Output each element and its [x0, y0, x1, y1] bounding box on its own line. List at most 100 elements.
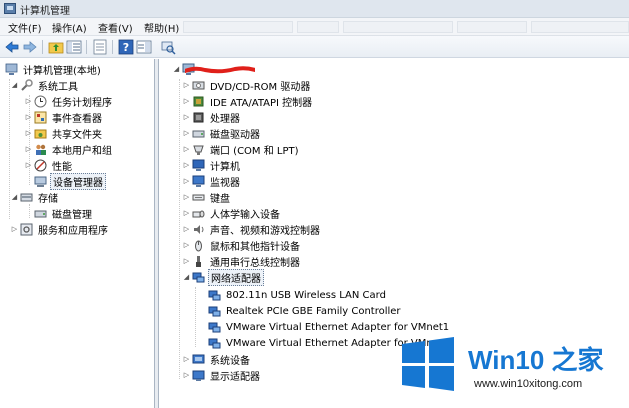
expand-arrow-icon[interactable]: ▷ — [24, 141, 33, 157]
action-pane-icon[interactable] — [136, 39, 152, 55]
expand-arrow-icon[interactable]: ▷ — [182, 253, 191, 269]
dvd-drive-icon — [192, 79, 205, 92]
expand-arrow-icon[interactable]: ▷ — [182, 77, 191, 93]
device-hid[interactable]: ▷ 人体学输入设备 — [182, 205, 282, 221]
expand-arrow-icon[interactable]: ▷ — [182, 351, 191, 367]
collapse-arrow-icon[interactable]: ◢ — [10, 77, 19, 93]
pane-splitter[interactable] — [155, 59, 159, 408]
expand-arrow-icon[interactable]: ▷ — [182, 173, 191, 189]
tree-performance[interactable]: ▷ 性能 — [24, 157, 74, 173]
menu-view[interactable]: 查看(V) — [96, 20, 135, 35]
network-adapter-icon — [192, 271, 205, 284]
window-title: 计算机管理 — [20, 6, 70, 17]
device-sound[interactable]: ▷ 声音、视频和游戏控制器 — [182, 221, 322, 237]
tools-icon — [20, 78, 33, 92]
tree-system-tools[interactable]: ◢ 系统工具 — [10, 77, 80, 93]
expand-arrow-icon[interactable]: ▷ — [182, 237, 191, 253]
device-mouse[interactable]: ▷ 鼠标和其他指针设备 — [182, 237, 302, 253]
computer-management-icon — [4, 3, 16, 14]
port-icon — [192, 143, 205, 156]
computer-management-icon — [5, 63, 18, 76]
monitor-icon — [192, 175, 205, 188]
device-network[interactable]: ◢ 网络适配器 — [182, 268, 264, 286]
collapse-arrow-icon[interactable]: ◢ — [10, 189, 19, 205]
processor-icon — [192, 111, 205, 124]
event-viewer-icon — [34, 111, 47, 124]
tree-disk-management[interactable]: 磁盘管理 — [24, 205, 94, 221]
expand-arrow-icon[interactable]: ▷ — [182, 157, 191, 173]
help-icon[interactable]: ? — [118, 39, 134, 55]
back-arrow-icon[interactable] — [4, 39, 20, 55]
up-folder-icon[interactable] — [48, 39, 64, 55]
properties-icon[interactable] — [92, 39, 108, 55]
shared-folder-icon — [34, 127, 47, 140]
display-adapter-icon — [192, 369, 205, 382]
redaction-mark — [185, 66, 255, 74]
menu-help[interactable]: 帮助(H) — [142, 20, 181, 35]
device-keyboard[interactable]: ▷ 键盘 — [182, 189, 232, 205]
expand-arrow-icon[interactable]: ▷ — [10, 221, 19, 237]
expand-arrow-icon[interactable]: ▷ — [182, 125, 191, 141]
expand-arrow-icon[interactable]: ▷ — [24, 93, 33, 109]
network-child-realtek[interactable]: Realtek PCIe GBE Family Controller — [198, 303, 403, 319]
collapse-arrow-icon[interactable]: ◢ — [182, 269, 191, 285]
show-hide-tree-icon[interactable] — [66, 39, 82, 55]
device-usb[interactable]: ▷ 通用串行总线控制器 — [182, 253, 302, 269]
tree-storage[interactable]: ◢ 存储 — [10, 189, 60, 205]
expand-arrow-icon[interactable]: ▷ — [182, 205, 191, 221]
watermark: Win10 之家 www.win10xitong.com — [396, 330, 629, 408]
collapse-arrow-icon[interactable]: ◢ — [172, 61, 181, 77]
expand-arrow-icon[interactable]: ▷ — [182, 93, 191, 109]
device-ide[interactable]: ▷ IDE ATA/ATAPI 控制器 — [182, 93, 314, 109]
device-computer[interactable]: ▷ 计算机 — [182, 157, 242, 173]
device-monitors[interactable]: ▷ 监视器 — [182, 173, 242, 189]
title-bar: 计算机管理 — [0, 0, 629, 18]
device-ports[interactable]: ▷ 端口 (COM 和 LPT) — [182, 141, 301, 157]
speaker-icon — [192, 223, 205, 236]
network-child-wireless[interactable]: 802.11n USB Wireless LAN Card — [198, 287, 388, 303]
ide-controller-icon — [192, 95, 205, 108]
clock-icon — [34, 95, 47, 108]
device-processor[interactable]: ▷ 处理器 — [182, 109, 242, 125]
expand-arrow-icon[interactable]: ▷ — [182, 189, 191, 205]
hid-icon — [192, 207, 205, 220]
network-card-icon — [208, 289, 221, 302]
users-icon — [34, 143, 47, 156]
mouse-icon — [192, 239, 205, 252]
network-card-icon — [208, 337, 221, 350]
network-card-icon — [208, 321, 221, 334]
disk-drive-icon — [192, 127, 205, 140]
expand-arrow-icon[interactable]: ▷ — [182, 367, 191, 383]
expand-arrow-icon[interactable]: ▷ — [24, 125, 33, 141]
device-dvd[interactable]: ▷ DVD/CD-ROM 驱动器 — [182, 77, 312, 93]
network-card-icon — [208, 305, 221, 318]
usb-icon — [192, 255, 205, 268]
device-system[interactable]: ▷ 系统设备 — [182, 351, 252, 367]
expand-arrow-icon[interactable]: ▷ — [182, 141, 191, 157]
device-display[interactable]: ▷ 显示适配器 — [182, 367, 262, 383]
tree-task-scheduler[interactable]: ▷ 任务计划程序 — [24, 93, 114, 109]
console-tree: 计算机管理(本地) ◢ 系统工具 ▷ 任务计划程序 ▷ 事件查看器 ▷ 共享文件… — [0, 59, 155, 408]
tree-device-manager[interactable]: 设备管理器 — [24, 172, 106, 190]
menu-file[interactable]: 文件(F) — [6, 20, 44, 35]
expand-arrow-icon[interactable]: ▷ — [24, 109, 33, 125]
device-manager-icon — [34, 175, 47, 188]
storage-icon — [20, 191, 33, 204]
forward-arrow-icon[interactable] — [22, 39, 38, 55]
tree-root[interactable]: 计算机管理(本地) — [4, 61, 103, 77]
tree-event-viewer[interactable]: ▷ 事件查看器 — [24, 109, 104, 125]
expand-arrow-icon[interactable]: ▷ — [24, 157, 33, 173]
keyboard-icon — [192, 191, 205, 204]
performance-icon — [34, 159, 47, 172]
toolbar: ? — [0, 36, 629, 58]
tree-shared-folders[interactable]: ▷ 共享文件夹 — [24, 125, 104, 141]
background-taskbar-ghost — [183, 18, 629, 36]
expand-arrow-icon[interactable]: ▷ — [182, 109, 191, 125]
scan-hardware-icon[interactable] — [160, 39, 176, 55]
menu-action[interactable]: 操作(A) — [50, 20, 89, 35]
device-disk-drives[interactable]: ▷ 磁盘驱动器 — [182, 125, 262, 141]
tree-local-users[interactable]: ▷ 本地用户和组 — [24, 141, 114, 157]
expand-arrow-icon[interactable]: ▷ — [182, 221, 191, 237]
tree-services-apps[interactable]: ▷ 服务和应用程序 — [10, 221, 110, 237]
watermark-url: www.win10xitong.com — [474, 378, 583, 390]
